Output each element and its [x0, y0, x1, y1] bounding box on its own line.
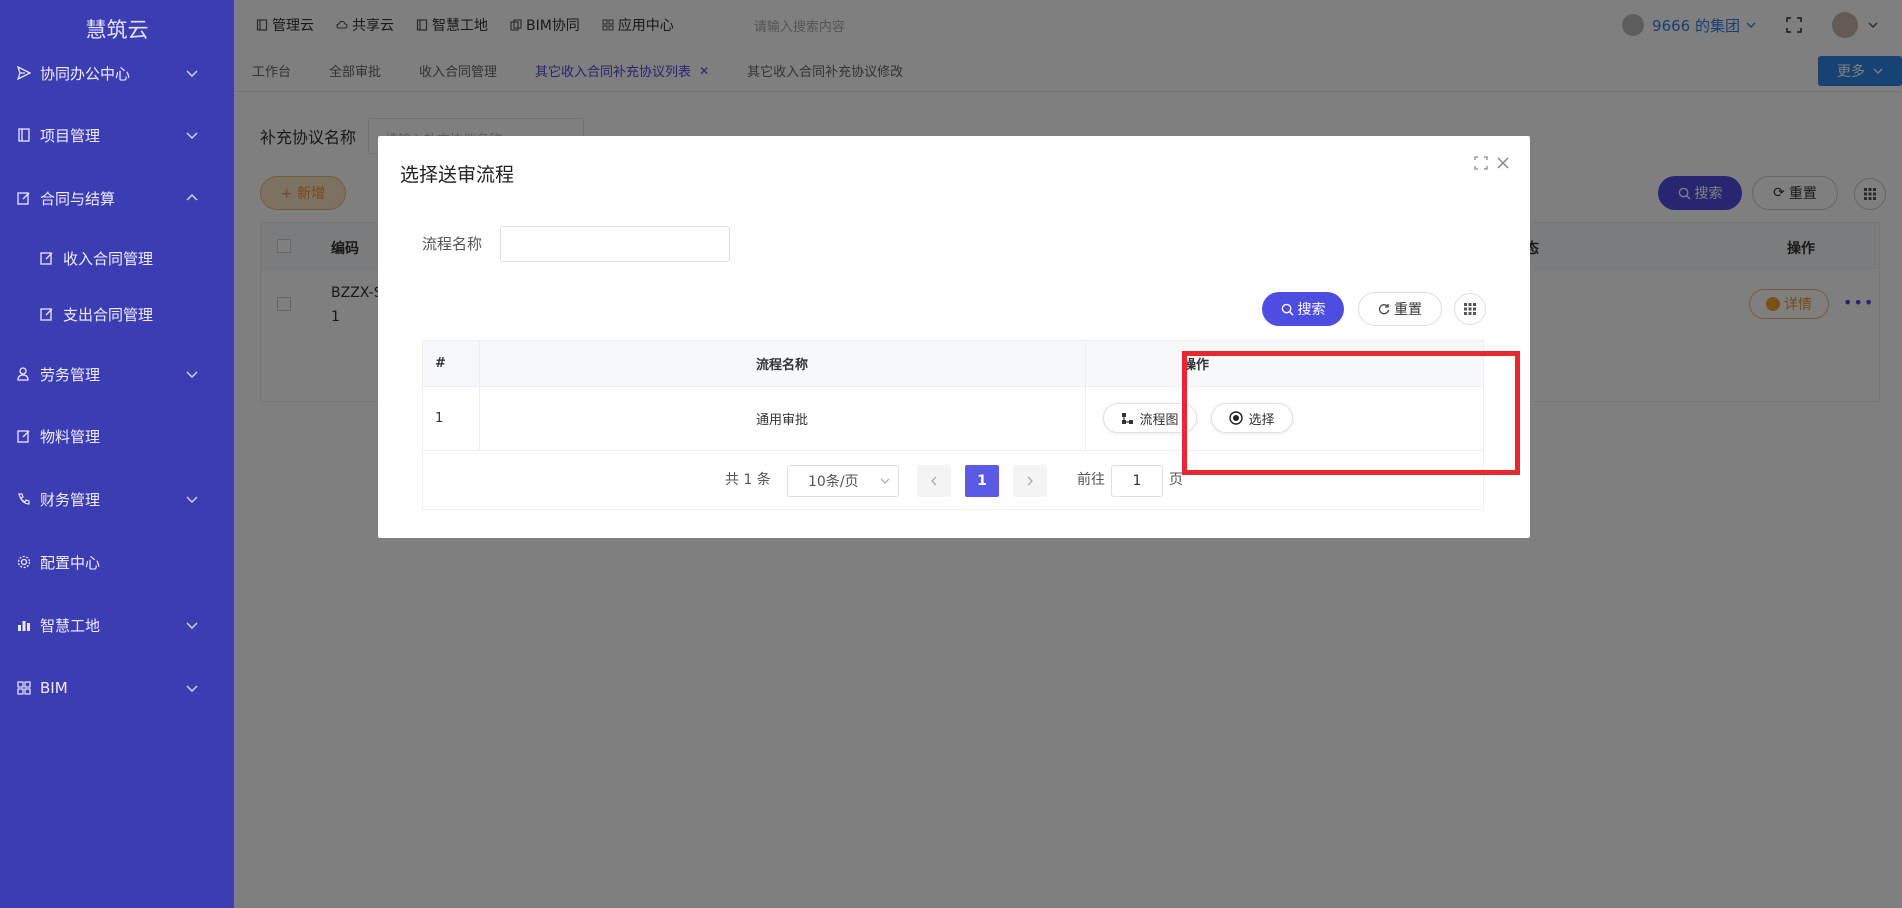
book-icon — [18, 128, 30, 142]
sidebar-item[interactable]: 配置中心 — [0, 544, 234, 580]
sidebar-item[interactable]: 协同办公中心 — [0, 55, 234, 91]
page-size-select[interactable]: 10条/页 — [787, 465, 899, 497]
dialog-title: 选择送审流程 — [400, 164, 515, 186]
row-index: 1 — [435, 411, 444, 426]
sidebar-item[interactable]: 劳务管理 — [0, 356, 234, 392]
search-button[interactable]: 搜索 — [1262, 292, 1344, 326]
row-name: 通用审批 — [755, 413, 808, 428]
chevron-down-icon — [186, 496, 198, 503]
sidebar-item[interactable]: 项目管理 — [0, 117, 234, 153]
chevron-down-icon — [186, 622, 198, 629]
select-workflow-dialog: 选择送审流程 流程名称 搜索 重置 # 流程名称 操作 1 通用审批 流程图 选… — [378, 136, 1530, 538]
pagination-total: 共 1 条 — [725, 472, 771, 488]
chevron-down-icon — [186, 685, 198, 692]
close-icon[interactable] — [1496, 156, 1510, 170]
workflow-name-label: 流程名称 — [422, 235, 483, 253]
grid-icon — [1464, 303, 1476, 315]
bar-chart-icon — [18, 621, 30, 631]
sidebar-item[interactable]: 智慧工地 — [0, 607, 234, 643]
sidebar-item-label: 收入合同管理 — [63, 249, 154, 268]
goto-page-input[interactable]: 1 — [1111, 465, 1163, 497]
search-icon — [1281, 303, 1294, 316]
sidebar-item-label: 配置中心 — [40, 553, 101, 572]
sidebar-item[interactable]: 收入合同管理 — [0, 240, 234, 276]
edit-doc-icon — [40, 308, 53, 321]
app-logo: 慧筑云 — [85, 18, 149, 42]
chevron-down-icon — [186, 70, 198, 77]
prev-page-button[interactable] — [917, 465, 951, 497]
gear-icon — [17, 555, 31, 569]
sidebar-item-label: 劳务管理 — [40, 365, 101, 384]
chevron-down-icon — [186, 132, 198, 139]
users-icon — [17, 367, 29, 381]
columns-toggle-button[interactable] — [1454, 293, 1486, 325]
col-name: 流程名称 — [755, 358, 808, 373]
sidebar-item-label: 协同办公中心 — [40, 64, 131, 83]
send-icon — [17, 66, 31, 80]
col-index: # — [435, 356, 446, 371]
sidebar-item[interactable]: 合同与结算 — [0, 180, 234, 216]
col-divider — [479, 341, 480, 451]
chevron-up-icon — [186, 194, 198, 201]
edit-doc-icon — [40, 252, 53, 265]
edit-doc-icon — [17, 430, 30, 443]
reset-button[interactable]: 重置 — [1358, 292, 1442, 326]
workflow-name-input[interactable] — [500, 226, 730, 262]
sidebar-item[interactable]: 支出合同管理 — [0, 296, 234, 332]
next-page-button[interactable] — [1013, 465, 1047, 497]
edit-doc-icon — [17, 192, 30, 205]
chevron-left-icon — [931, 476, 937, 486]
sidebar-item-label: 合同与结算 — [40, 189, 116, 208]
flowchart-icon — [1122, 412, 1134, 424]
sidebar-item-label: BIM — [40, 679, 68, 697]
sidebar-item[interactable]: 物料管理 — [0, 418, 234, 454]
grid-icon — [17, 681, 31, 695]
goto-label: 前往 — [1077, 472, 1105, 488]
page-suffix: 页 — [1169, 472, 1183, 488]
sidebar-item-label: 物料管理 — [40, 427, 101, 446]
current-page[interactable]: 1 — [965, 465, 999, 497]
sidebar-item-label: 支出合同管理 — [63, 305, 154, 324]
refresh-icon — [1378, 304, 1390, 315]
maximize-icon[interactable] — [1474, 156, 1488, 170]
sidebar-item[interactable]: 财务管理 — [0, 481, 234, 517]
col-divider — [1085, 341, 1086, 451]
highlight-box — [1182, 351, 1520, 475]
chevron-down-icon — [880, 478, 890, 484]
chevron-right-icon — [1027, 476, 1033, 486]
phone-icon — [18, 493, 30, 505]
dialog-header-icons — [1474, 156, 1510, 170]
chevron-down-icon — [186, 371, 198, 378]
sidebar-item[interactable]: BIM — [0, 670, 234, 706]
sidebar-item-label: 财务管理 — [40, 490, 101, 509]
sidebar: 慧筑云 协同办公中心 项目管理合同与结算收入合同管理 支出合同管理劳务管理物料管理财… — [0, 0, 234, 908]
sidebar-item-label: 项目管理 — [40, 126, 101, 145]
sidebar-item-label: 智慧工地 — [40, 616, 101, 635]
